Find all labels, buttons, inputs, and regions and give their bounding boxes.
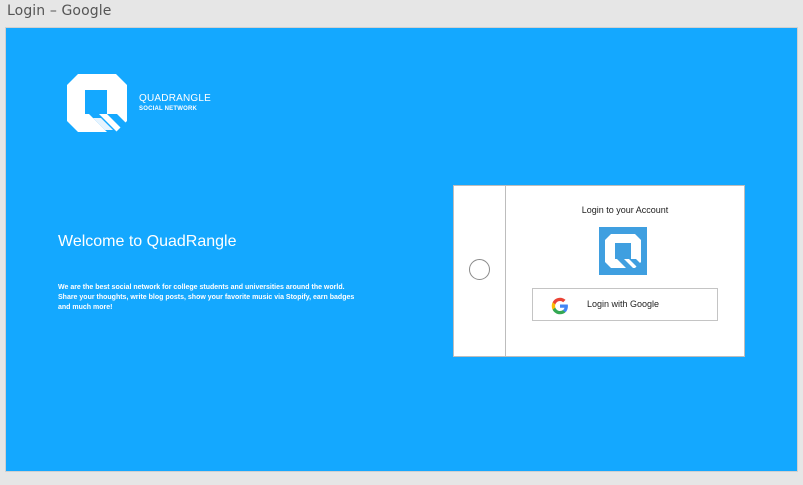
quadrangle-logo-icon: [67, 74, 127, 132]
google-button-label: Login with Google: [587, 299, 660, 309]
brand-tagline: SOCIAL NETWORK: [139, 106, 198, 112]
quadrangle-logo-icon: [599, 227, 647, 275]
login-card: Login to your Account Login with Google: [453, 185, 745, 357]
welcome-description: We are the best social network for colle…: [58, 284, 355, 311]
welcome-title: Welcome to QuadRangle: [58, 233, 237, 250]
login-with-google-button[interactable]: Login with Google: [532, 288, 718, 321]
google-icon: [551, 297, 568, 315]
login-card-title: Login to your Account: [581, 205, 669, 215]
brand-name: QUADRANGLE: [139, 93, 212, 104]
login-artboard: QUADRANGLE SOCIAL NETWORK Welcome to Qua…: [5, 27, 798, 472]
radio-button[interactable]: [469, 259, 490, 280]
window-title: Login – Google: [7, 3, 112, 19]
